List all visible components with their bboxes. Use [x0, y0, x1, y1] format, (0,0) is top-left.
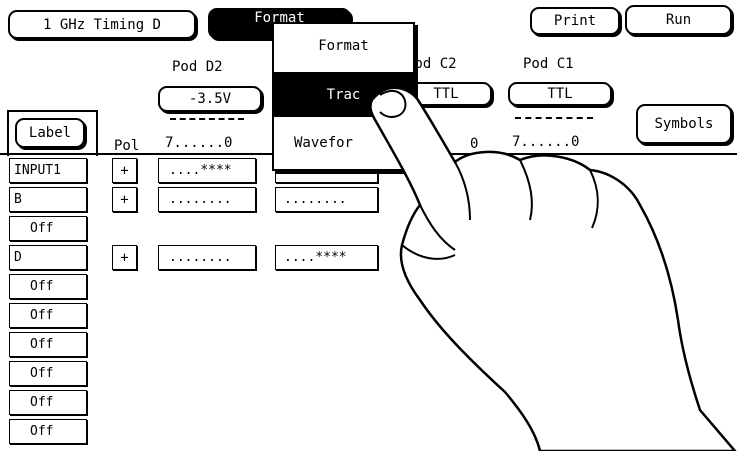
run-button[interactable]: Run [625, 5, 732, 35]
label-button-text: Label [28, 125, 72, 141]
row-label-2[interactable]: B [9, 187, 87, 212]
row-label-8[interactable]: Off [9, 361, 87, 386]
pod-c1-title: Pod C1 [523, 56, 574, 72]
run-label: Run [665, 12, 692, 28]
pod-c1-threshold-button[interactable]: TTL [508, 82, 612, 106]
format-dropdown-menu: Format Trac Wavefor [272, 22, 415, 171]
header-divider-left [0, 153, 94, 155]
print-label: Print [553, 13, 597, 29]
pod-d2-threshold: -3.5V [188, 91, 232, 107]
row-label-3[interactable]: Off [9, 216, 87, 241]
row-label-7[interactable]: Off [9, 332, 87, 357]
menu-item-trace[interactable]: Trac [274, 72, 413, 117]
pod-d2-underline [170, 118, 244, 120]
print-button[interactable]: Print [530, 7, 620, 35]
row-c2-bits-2[interactable]: ........ [275, 187, 378, 212]
row-label-6[interactable]: Off [9, 303, 87, 328]
pod-c2-bits: 0 [470, 136, 479, 152]
row-label-4[interactable]: D [9, 245, 87, 270]
row-pol-4[interactable]: + [112, 245, 137, 270]
row-d2-bits-2[interactable]: ........ [158, 187, 256, 212]
pod-c1-underline [515, 117, 593, 119]
timing-mode-label: 1 GHz Timing D [42, 16, 161, 33]
row-c2-bits-4[interactable]: ....**** [275, 245, 378, 270]
symbols-button[interactable]: Symbols [636, 104, 732, 144]
row-label-1[interactable]: INPUT1 [9, 158, 87, 183]
pod-d2-bits: 7......0 [165, 135, 233, 151]
row-pol-1[interactable]: + [112, 158, 137, 183]
row-label-9[interactable]: Off [9, 390, 87, 415]
row-d2-bits-4[interactable]: ........ [158, 245, 256, 270]
label-button[interactable]: Label [15, 118, 85, 148]
pod-c1-bits: 7......0 [512, 134, 580, 150]
pod-d2-title: Pod D2 [172, 59, 223, 75]
menu-item-waveform[interactable]: Wavefor [274, 123, 413, 163]
pod-d2-threshold-button[interactable]: -3.5V [158, 86, 262, 112]
header-divider [94, 153, 737, 155]
row-pol-2[interactable]: + [112, 187, 137, 212]
row-label-5[interactable]: Off [9, 274, 87, 299]
pod-c1-threshold: TTL [547, 86, 573, 102]
pol-header: Pol [114, 138, 140, 154]
symbols-button-text: Symbols [654, 116, 714, 132]
row-label-10[interactable]: Off [9, 419, 87, 444]
row-d2-bits-1[interactable]: ....**** [158, 158, 256, 183]
timing-mode-button[interactable]: 1 GHz Timing D [8, 10, 196, 39]
menu-item-format[interactable]: Format [274, 26, 413, 66]
pod-c2-threshold: TTL [433, 86, 459, 102]
